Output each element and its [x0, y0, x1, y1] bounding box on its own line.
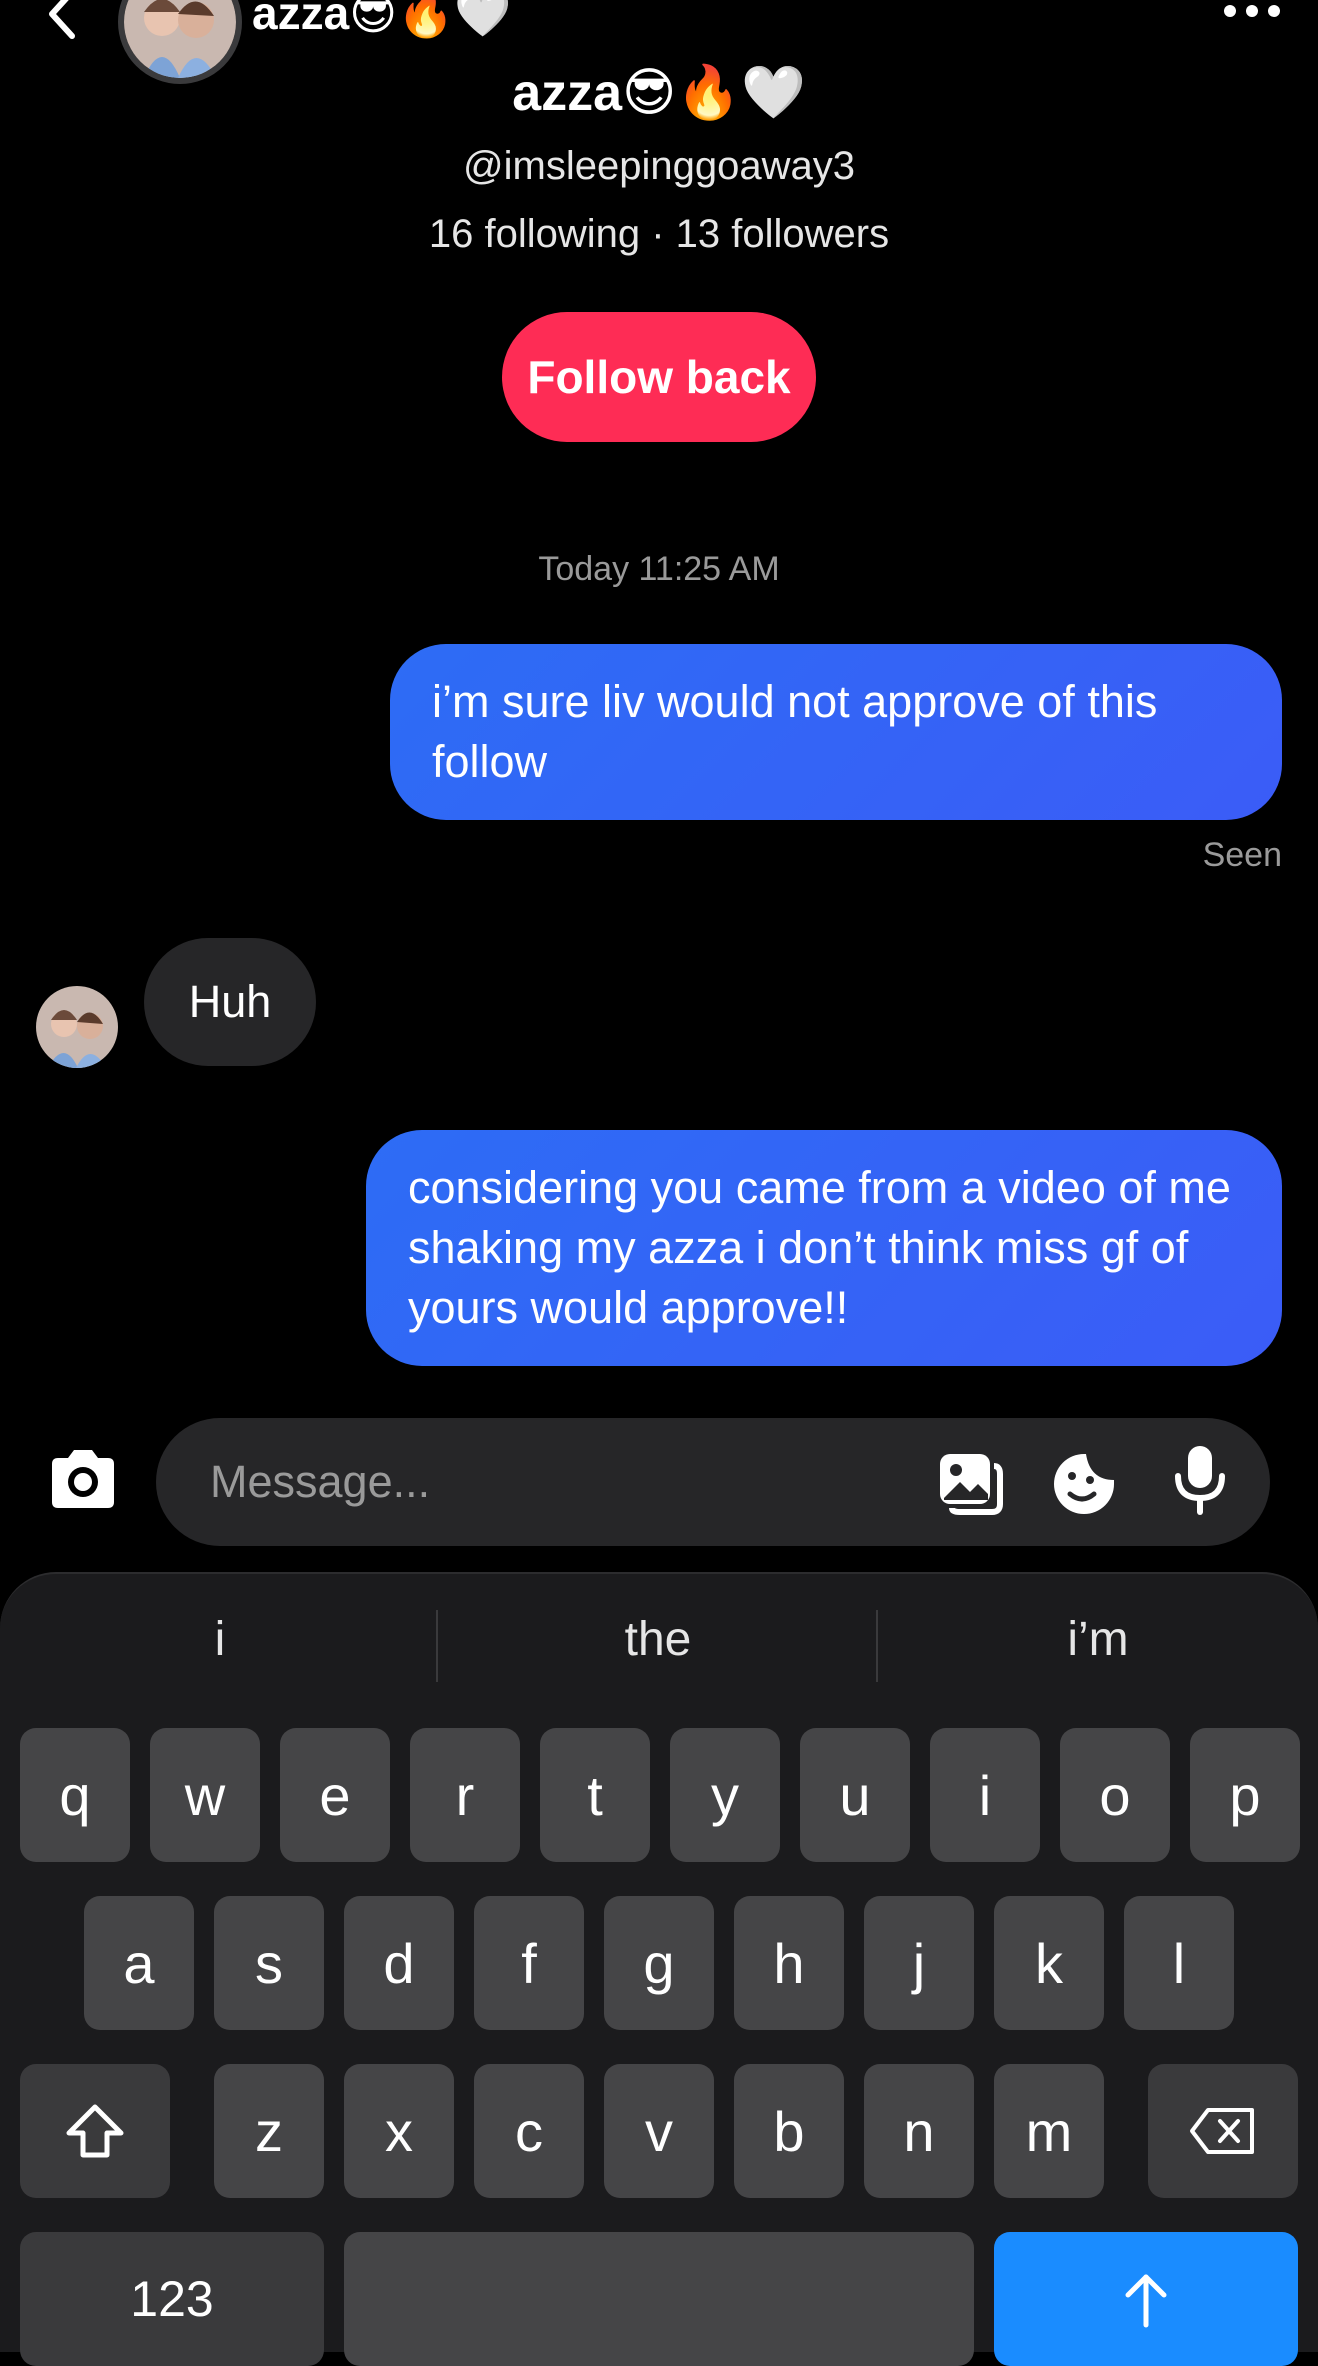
key-y[interactable]: y: [670, 1728, 780, 1862]
key-f[interactable]: f: [474, 1896, 584, 2030]
key-e[interactable]: e: [280, 1728, 390, 1862]
key-u[interactable]: u: [800, 1728, 910, 1862]
key-l[interactable]: l: [1124, 1896, 1234, 2030]
key-j[interactable]: j: [864, 1896, 974, 2030]
key-c[interactable]: c: [474, 2064, 584, 2198]
seen-status: Seen: [1202, 836, 1282, 874]
message-input[interactable]: [210, 1450, 910, 1514]
chat-timestamp: Today 11:25 AM: [538, 550, 780, 588]
sender-avatar[interactable]: [36, 986, 118, 1068]
key-d[interactable]: d: [344, 1896, 454, 2030]
backspace-key[interactable]: [1148, 2064, 1298, 2198]
shift-key[interactable]: [20, 2064, 170, 2198]
outgoing-message[interactable]: i’m sure liv would not approve of this f…: [390, 644, 1282, 820]
key-b[interactable]: b: [734, 2064, 844, 2198]
message-text: considering you came from a video of me …: [408, 1162, 1231, 1333]
key-i[interactable]: i: [930, 1728, 1040, 1862]
incoming-message[interactable]: Huh: [144, 938, 316, 1066]
suggestion-1[interactable]: i: [70, 1612, 370, 1667]
gallery-icon[interactable]: [936, 1450, 1004, 1516]
follow-back-button[interactable]: Follow back: [502, 312, 816, 442]
chevron-left-icon[interactable]: [40, 0, 90, 40]
follow-stats: 16 following · 13 followers: [428, 212, 890, 256]
suggestion-3[interactable]: i’m: [948, 1612, 1248, 1667]
profile-name: azza😎🔥🤍: [512, 64, 806, 122]
key-h[interactable]: h: [734, 1896, 844, 2030]
sticker-icon[interactable]: [1050, 1450, 1118, 1516]
header-name[interactable]: azza😎🔥🤍: [252, 0, 512, 41]
profile-handle: @imsleepinggoaway3: [463, 144, 855, 188]
key-s[interactable]: s: [214, 1896, 324, 2030]
key-g[interactable]: g: [604, 1896, 714, 2030]
key-w[interactable]: w: [150, 1728, 260, 1862]
suggestion-divider: [876, 1610, 878, 1682]
key-p[interactable]: p: [1190, 1728, 1300, 1862]
outgoing-message[interactable]: considering you came from a video of me …: [366, 1130, 1282, 1366]
key-n[interactable]: n: [864, 2064, 974, 2198]
message-text: i’m sure liv would not approve of this f…: [432, 676, 1158, 787]
key-v[interactable]: v: [604, 2064, 714, 2198]
suggestion-divider: [436, 1610, 438, 1682]
microphone-icon[interactable]: [1172, 1444, 1228, 1516]
key-o[interactable]: o: [1060, 1728, 1170, 1862]
key-k[interactable]: k: [994, 1896, 1104, 2030]
arrow-up-icon: [1125, 2274, 1167, 2328]
backspace-icon: [1190, 2108, 1254, 2154]
key-q[interactable]: q: [20, 1728, 130, 1862]
key-r[interactable]: r: [410, 1728, 520, 1862]
key-z[interactable]: z: [214, 2064, 324, 2198]
message-text: Huh: [188, 976, 272, 1027]
key-m[interactable]: m: [994, 2064, 1104, 2198]
more-horizontal-icon[interactable]: [1222, 4, 1282, 18]
suggestion-2[interactable]: the: [508, 1612, 808, 1667]
shift-icon: [66, 2104, 124, 2158]
key-x[interactable]: x: [344, 2064, 454, 2198]
camera-icon[interactable]: [44, 1444, 122, 1514]
key-a[interactable]: a: [84, 1896, 194, 2030]
key-t[interactable]: t: [540, 1728, 650, 1862]
